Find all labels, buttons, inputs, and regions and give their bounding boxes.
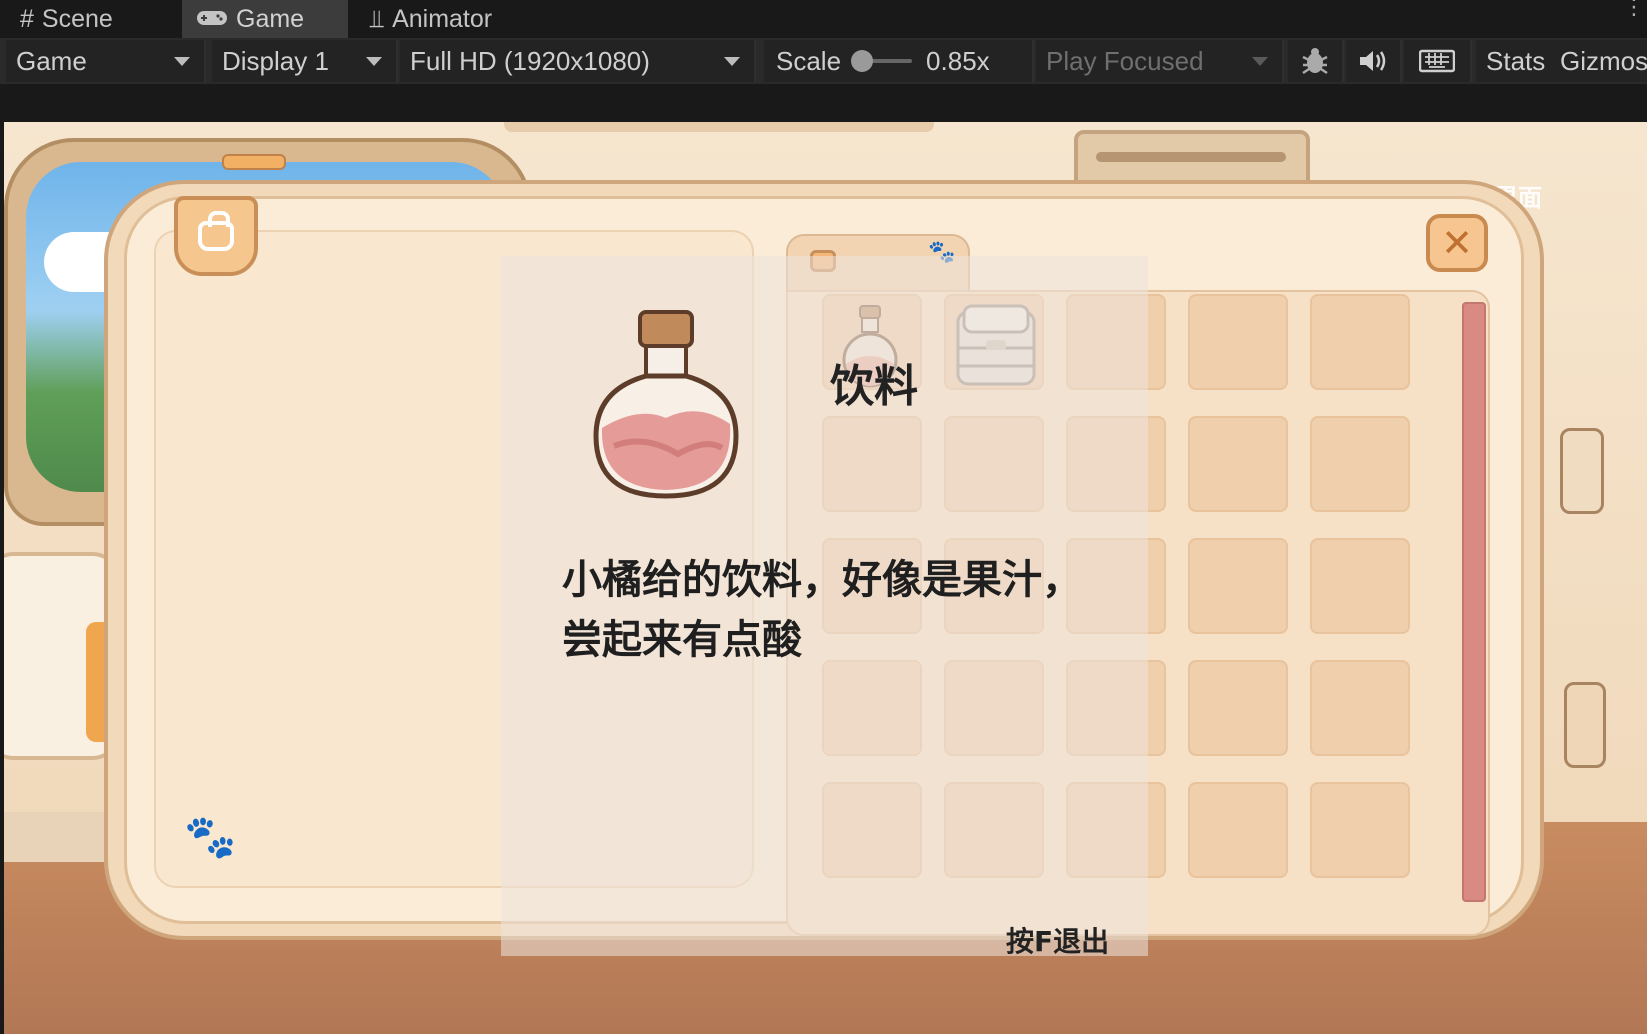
inventory-slot[interactable] [1310,538,1410,634]
tab-menu-icon[interactable]: ⋮ [1623,0,1645,19]
wall-panel [1560,428,1604,514]
view-select[interactable]: Game [6,40,206,82]
grid-icon: # [20,4,34,33]
display-select-label: Display 1 [222,45,329,76]
editor-tab-bar: # Scene Game ⫫ Animator ⋮ [0,0,1647,38]
scale-slider[interactable] [851,50,913,72]
keyboard-icon [1419,49,1455,73]
animator-icon: ⫫ [370,4,385,33]
selected-item-name: 饮料 [830,361,918,412]
resolution-select-label: Full HD (1920x1080) [410,45,650,76]
chevron-down-icon [366,57,382,66]
selected-item-description: 小橘给的饮料，好像是果汁，尝起来有点酸 [562,557,1082,663]
tab-animator[interactable]: ⫫ Animator [370,0,550,38]
close-icon: ✕ [1441,221,1473,265]
toolbar-gap [0,85,1647,122]
inventory-slot[interactable] [1188,660,1288,756]
inventory-slot[interactable] [1310,660,1410,756]
backpack-tab[interactable] [174,196,258,276]
gamepad-icon [196,5,228,34]
ceiling-trim [504,122,934,132]
speaker-icon [1360,51,1386,71]
tab-animator-label: Animator [392,4,493,33]
tab-game[interactable]: Game [182,0,348,38]
game-viewport[interactable]: 界面 🐾 🐾 ✕ 饮料 小橘给的饮料，好像是果汁，尝起来有点酸 按F退出 [4,122,1647,1034]
inventory-slot[interactable] [1310,782,1410,878]
inventory-slot[interactable] [1310,294,1410,390]
scale-control: Scale 0.85x [764,40,1034,82]
chevron-down-icon [1252,57,1268,66]
gizmos-label: Gizmos [1560,45,1647,76]
tab-scene[interactable]: # Scene [20,0,170,38]
inventory-slot[interactable] [1188,294,1288,390]
resolution-select[interactable]: Full HD (1920x1080) [400,40,756,82]
inventory-slot[interactable] [1188,416,1288,512]
floor-step [4,812,114,862]
inventory-slot[interactable] [1188,782,1288,878]
close-button[interactable]: ✕ [1426,214,1488,272]
game-view-toolbar: Game Display 1 Full HD (1920x1080) Scale… [0,38,1647,85]
play-focus-select[interactable]: Play Focused [1036,40,1284,82]
bug-button[interactable] [1288,40,1344,82]
play-focus-label: Play Focused [1046,45,1204,76]
chevron-down-icon [724,57,740,66]
scale-label: Scale [776,45,842,76]
scale-value: 0.85x [926,45,990,76]
tab-scene-label: Scene [41,4,113,33]
chevron-down-icon [174,57,190,66]
stats-button[interactable]: Stats [1476,40,1562,82]
inventory-slot[interactable] [1188,538,1288,634]
paw-print-icon: 🐾 [184,812,237,861]
window-handle [222,154,286,170]
gizmos-button[interactable]: Gizmos [1554,40,1647,82]
stats-label: Stats [1486,45,1546,76]
audio-button[interactable] [1346,40,1402,82]
tab-game-label: Game [236,4,305,33]
keyboard-button[interactable] [1404,40,1472,82]
scale-slider-knob[interactable] [851,50,874,72]
display-select[interactable]: Display 1 [212,40,398,82]
inventory-slot[interactable] [1310,416,1410,512]
potion-icon [593,310,739,499]
bug-icon [1302,48,1328,75]
exit-hint: 按F退出 [1006,925,1110,958]
view-select-label: Game [16,45,87,76]
inventory-scrollbar[interactable] [1462,302,1486,902]
backpack-icon [198,211,234,251]
wall-panel-2 [1564,682,1606,768]
